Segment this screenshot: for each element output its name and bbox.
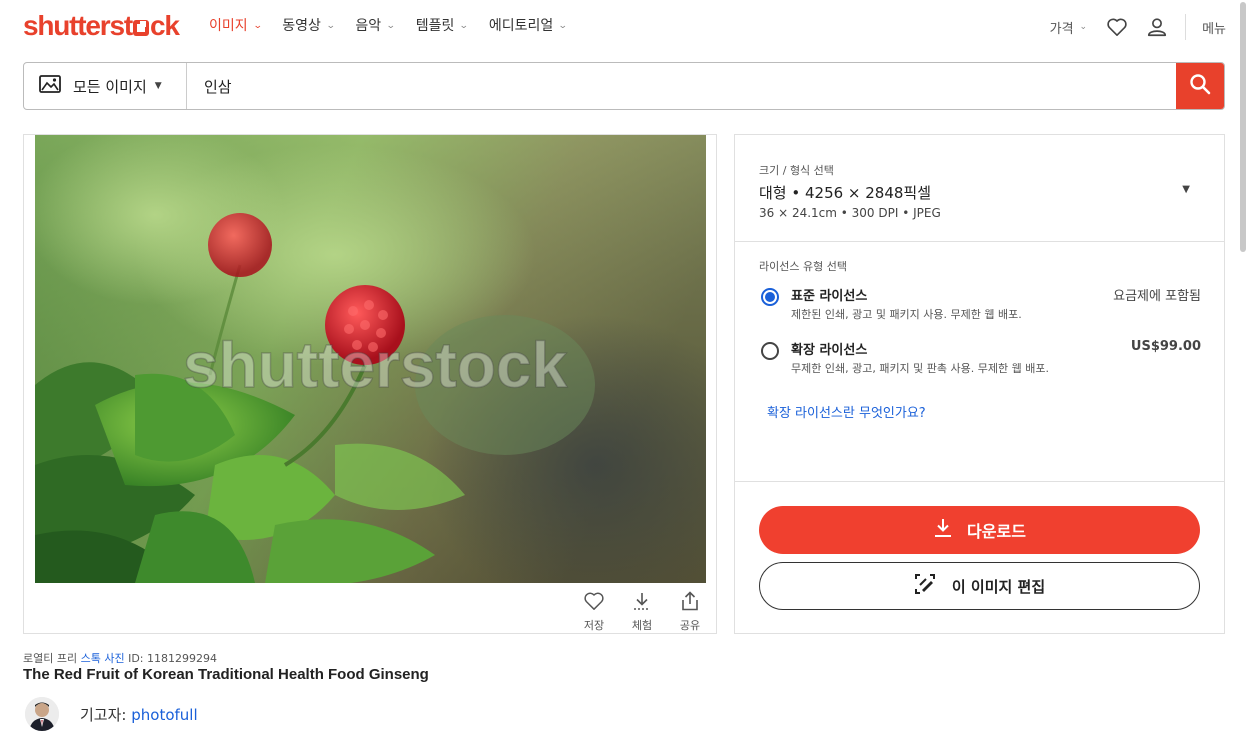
try-button[interactable]: 체험 bbox=[628, 591, 656, 633]
size-sub-text: 36 × 24.1cm • 300 DPI • JPEG bbox=[759, 206, 941, 220]
caret-down-icon: ▼ bbox=[1182, 184, 1190, 195]
edit-image-button[interactable]: 이 이미지 편집 bbox=[759, 562, 1200, 610]
chevron-down-icon: ⌄ bbox=[252, 21, 263, 31]
shutterstock-logo[interactable]: shutterst ck bbox=[23, 9, 180, 43]
extended-license-info-link[interactable]: 확장 라이선스란 무엇인가요? bbox=[767, 402, 926, 421]
contributor-text: 기고자: photofull bbox=[80, 705, 198, 724]
contributor-link[interactable]: photofull bbox=[131, 706, 197, 724]
main-nav: 이미지 ⌄ 동영상 ⌄ 음악 ⌄ 템플릿 ⌄ 에디토리얼 ⌄ bbox=[209, 16, 588, 36]
share-icon bbox=[679, 591, 701, 615]
standard-license-option[interactable]: 표준 라이선스 제한된 인쇄, 광고 및 패키지 사용. 무제한 웹 배포. 요… bbox=[759, 285, 1201, 325]
download-icon bbox=[631, 591, 653, 615]
chevron-down-icon: ⌄ bbox=[386, 21, 396, 31]
size-main-text: 대형 • 4256 × 2848픽셀 bbox=[759, 184, 932, 202]
nav-music[interactable]: 음악 ⌄ bbox=[355, 16, 396, 36]
contributor-info: 기고자: photofull bbox=[25, 697, 198, 731]
header-divider bbox=[1185, 14, 1187, 40]
search-type-dropdown[interactable]: 모든 이미지 ▼ bbox=[24, 63, 187, 109]
license-section-label: 라이선스 유형 선택 bbox=[759, 260, 847, 273]
search-type-label: 모든 이미지 bbox=[73, 77, 147, 96]
size-selector[interactable]: 크기 / 형식 선택 대형 • 4256 × 2848픽셀 36 × 24.1c… bbox=[735, 135, 1224, 242]
watermark-text: shutterstock bbox=[183, 329, 568, 401]
search-bar: 모든 이미지 ▼ bbox=[23, 62, 1225, 110]
chevron-down-icon: ⌄ bbox=[325, 21, 336, 31]
extended-license-radio[interactable] bbox=[761, 342, 779, 360]
top-header: shutterst ck 이미지 ⌄ 동영상 ⌄ 음악 ⌄ 템플릿 ⌄ 에디토리얼 ⌄ 가격… bbox=[0, 0, 1248, 52]
chevron-down-icon: ⌄ bbox=[558, 21, 568, 31]
ginseng-photo[interactable]: shutterstock bbox=[35, 135, 706, 583]
image-id: ID: 1181299294 bbox=[128, 652, 217, 665]
image-icon bbox=[39, 75, 61, 97]
extended-license-option[interactable]: 확장 라이선스 무제한 인쇄, 광고, 패키지 및 판촉 사용. 무제한 웹 배… bbox=[759, 339, 1201, 379]
download-button[interactable]: 다운로드 bbox=[759, 506, 1200, 554]
nav-templates[interactable]: 템플릿 ⌄ bbox=[416, 16, 470, 36]
save-button[interactable]: 저장 bbox=[580, 591, 608, 633]
image-preview-panel: shutterstock 저장 체험 공유 bbox=[23, 134, 717, 634]
license-panel: 크기 / 형식 선택 대형 • 4256 × 2848픽셀 36 × 24.1c… bbox=[734, 134, 1225, 634]
chevron-down-icon: ⌄ bbox=[459, 21, 470, 31]
user-icon[interactable] bbox=[1145, 15, 1169, 39]
chevron-down-icon: ⌄ bbox=[1079, 22, 1088, 32]
edit-image-icon bbox=[914, 573, 936, 599]
image-actions: 저장 체험 공유 bbox=[580, 591, 704, 633]
search-button[interactable] bbox=[1176, 63, 1224, 109]
stock-photo-link[interactable]: 스톡 사진 bbox=[81, 652, 125, 665]
nav-images[interactable]: 이미지 ⌄ bbox=[209, 16, 263, 36]
size-section-label: 크기 / 형식 선택 bbox=[759, 164, 834, 177]
heart-icon bbox=[583, 591, 605, 615]
nav-videos[interactable]: 동영상 ⌄ bbox=[282, 16, 336, 36]
right-nav: 가격 ⌄ 메뉴 bbox=[1050, 14, 1226, 40]
menu-button[interactable]: 메뉴 bbox=[1202, 18, 1226, 37]
panel-divider bbox=[735, 481, 1224, 482]
search-input[interactable] bbox=[187, 63, 1176, 109]
page-scrollbar[interactable] bbox=[1240, 2, 1246, 252]
image-meta-line: 로열티 프리 스톡 사진 ID: 1181299294 bbox=[23, 652, 217, 665]
nav-editorial[interactable]: 에디토리얼 ⌄ bbox=[489, 16, 568, 36]
image-title: The Red Fruit of Korean Traditional Heal… bbox=[23, 666, 429, 683]
search-icon bbox=[1189, 73, 1211, 99]
heart-icon[interactable] bbox=[1105, 15, 1129, 39]
contributor-avatar[interactable] bbox=[25, 697, 59, 731]
share-button[interactable]: 공유 bbox=[676, 591, 704, 633]
caret-down-icon: ▼ bbox=[154, 81, 162, 91]
pricing-link[interactable]: 가격 ⌄ bbox=[1050, 18, 1087, 37]
standard-license-radio[interactable] bbox=[761, 288, 779, 306]
download-icon bbox=[933, 518, 953, 542]
